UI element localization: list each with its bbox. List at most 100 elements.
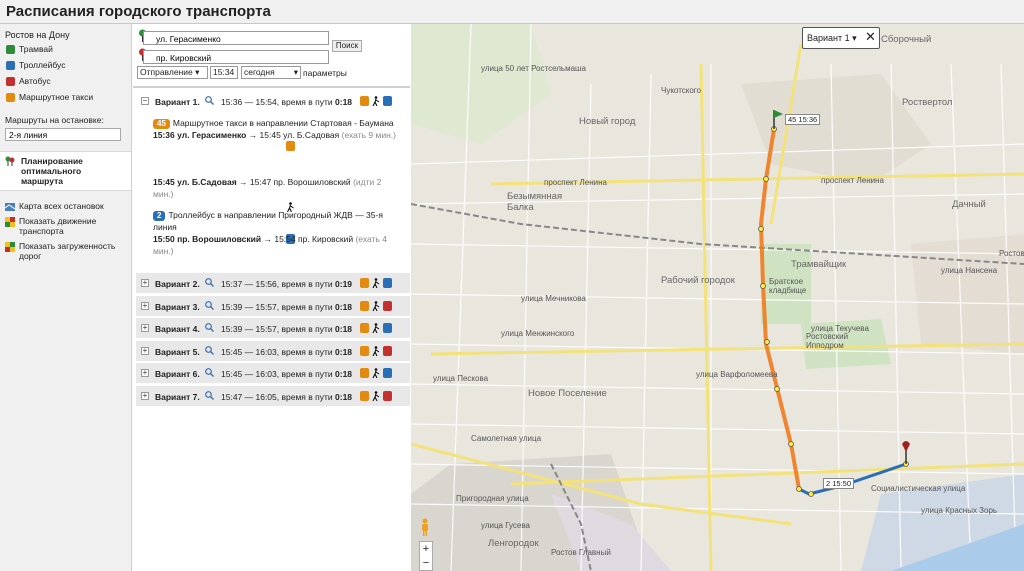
sidebar-item-label: Маршрутное такси: [19, 92, 94, 102]
sidebar-item-route-planning[interactable]: Планирование оптимального маршрута: [0, 151, 131, 191]
map-label: Самолетная улица: [471, 434, 542, 443]
variant-select[interactable]: Вариант 1 ▾ ✕: [802, 27, 880, 49]
minibus-icon: [360, 368, 369, 378]
select-value: сегодня: [244, 67, 275, 77]
expand-icon[interactable]: +: [141, 324, 149, 332]
variant-modes: [360, 323, 392, 333]
departure-mode-select[interactable]: Отправление ▾: [137, 66, 208, 79]
sidebar-item-label: Троллейбус: [19, 60, 66, 70]
map-label: проспект Ленина: [821, 176, 884, 185]
street-view-pegman-icon[interactable]: [419, 518, 431, 536]
variant-6-header[interactable]: + Вариант 6. 15:45 — 16:03, время в пути 0…: [136, 363, 410, 384]
city-name: Ростов на Дону: [5, 30, 70, 40]
sidebar-item-label: Показать загруженность дорог: [19, 241, 116, 261]
from-input[interactable]: [143, 31, 329, 45]
variant-name: Вариант 7.: [155, 391, 200, 402]
collapse-icon[interactable]: −: [141, 97, 149, 105]
variant-3-header[interactable]: + Вариант 3. 15:39 — 15:57, время в пути 0…: [136, 295, 410, 317]
sidebar-item-label: Карта всех остановок: [19, 201, 104, 211]
minibus-icon: [286, 141, 295, 151]
to-input[interactable]: [143, 50, 329, 64]
variant-5-header[interactable]: + Вариант 5. 15:45 — 16:03, время в пути 0…: [136, 340, 410, 362]
variant-modes: [360, 300, 392, 311]
map-label: Дачный: [952, 199, 986, 210]
sidebar-item-minibus[interactable]: Маршрутное такси: [6, 92, 93, 102]
sidebar-item-tram[interactable]: Трамвай: [6, 44, 53, 54]
day-select[interactable]: сегодня ▾: [241, 66, 301, 79]
minibus-icon: [360, 300, 369, 311]
params-link[interactable]: параметры: [303, 68, 347, 78]
expand-icon[interactable]: +: [141, 346, 149, 355]
sidebar-item-stops-map[interactable]: Карта всех остановок: [5, 201, 104, 212]
expand-icon[interactable]: +: [141, 279, 149, 287]
map-label: Ростов Главный: [551, 548, 611, 557]
trolleybus-icon: [383, 96, 392, 106]
sidebar-item-congestion[interactable]: Показать загруженность дорог: [5, 241, 131, 261]
map-label: Социалистическая улица: [871, 484, 966, 493]
walk-icon: [372, 390, 380, 401]
sidebar-item-traffic[interactable]: Показать движение транспорта: [5, 216, 131, 236]
route-number-badge[interactable]: 2: [153, 211, 166, 221]
variant-7-header[interactable]: + Вариант 7. 15:47 — 16:05, время в пути 0…: [136, 385, 410, 407]
expand-icon[interactable]: +: [141, 391, 149, 400]
zoom-in-button[interactable]: +: [420, 542, 432, 556]
zoom-to-route-icon[interactable]: [205, 300, 214, 310]
walk-icon: [372, 345, 380, 356]
search-button[interactable]: Поиск: [332, 40, 362, 52]
zoom-to-route-icon[interactable]: [205, 345, 214, 355]
sidebar-item-label: Автобус: [19, 76, 51, 86]
map-label: улица Красных Зорь: [921, 506, 998, 515]
minibus-icon: [6, 92, 15, 102]
segment-1: 45 Маршрутное такси в направлении Стартов…: [153, 117, 403, 141]
map-icon: [5, 203, 15, 211]
map-label: улица Менжинского: [501, 329, 575, 338]
map-label: улица 50 лет Ростсельмаша: [481, 64, 586, 73]
variant-2-header[interactable]: + Вариант 2. 15:37 — 15:56, время в пути 0…: [136, 273, 410, 294]
walk-icon: [372, 368, 380, 378]
sidebar-item-label: Планирование оптимального маршрута: [21, 156, 83, 186]
zoom-to-route-icon[interactable]: [205, 390, 214, 400]
map-label: Ленгородок: [488, 538, 539, 549]
map-label: Братское кладбище: [769, 277, 807, 295]
variant-time: 15:36 — 15:54, время в пути 0:18: [221, 97, 353, 107]
map-label: Пригородная улица: [456, 494, 529, 503]
segment-to: → 15:47 пр. Ворошиловский: [239, 177, 351, 187]
variant-modes: [360, 390, 392, 401]
segment-text: Маршрутное такси в направлении Стартовая…: [172, 118, 394, 128]
expand-icon[interactable]: +: [141, 369, 149, 377]
variant-4-header[interactable]: + Вариант 4. 15:39 — 15:57, время в пути 0…: [136, 318, 410, 339]
divider: [133, 86, 410, 88]
stop-input[interactable]: [5, 128, 121, 141]
expand-icon[interactable]: +: [141, 301, 149, 310]
zoom-to-route-icon[interactable]: [205, 323, 214, 332]
map-label: Новое Поселение: [528, 388, 607, 399]
zoom-out-button[interactable]: −: [420, 556, 432, 570]
sidebar-item-label: Трамвай: [19, 44, 53, 54]
variant-time: 15:45 — 16:03, время в пути 0:18: [221, 346, 353, 357]
segment-text: Троллейбус в направлении Пригородный ЖДВ…: [153, 210, 383, 232]
variant-modes: [360, 368, 392, 378]
map-label: проспект Ленина: [544, 178, 607, 187]
time-input[interactable]: 15:34: [210, 66, 238, 79]
zoom-to-route-icon[interactable]: [205, 368, 214, 377]
trolleybus-icon: [383, 323, 392, 333]
variant-1-header[interactable]: − Вариант 1. 15:36 — 15:54, время в пути…: [136, 91, 410, 112]
minibus-icon: [360, 96, 369, 106]
segment-duration: (ехать 9 мин.): [341, 130, 396, 140]
zoom-to-route-icon[interactable]: [205, 278, 214, 287]
variant-modes: [360, 96, 392, 106]
map[interactable]: 45 15:36 2 15:50 Новый город Безымянная …: [411, 24, 1024, 571]
variant-time: 15:39 — 15:57, время в пути 0:18: [221, 301, 353, 312]
sidebar-item-trolleybus[interactable]: Троллейбус: [6, 60, 65, 70]
minibus-icon: [360, 278, 369, 288]
zoom-to-route-icon[interactable]: [205, 96, 214, 105]
map-label: Ростов: [999, 249, 1024, 258]
close-icon[interactable]: ✕: [865, 30, 876, 44]
minibus-icon: [360, 323, 369, 333]
variant-select-value: Вариант 1 ▾: [807, 33, 857, 43]
route-number-badge[interactable]: 45: [153, 119, 170, 129]
page-title: Расписания городского транспорта: [6, 3, 271, 20]
bus-icon: [383, 390, 392, 401]
sidebar-item-bus[interactable]: Автобус: [6, 76, 51, 86]
map-label: Сборочный: [881, 34, 932, 45]
